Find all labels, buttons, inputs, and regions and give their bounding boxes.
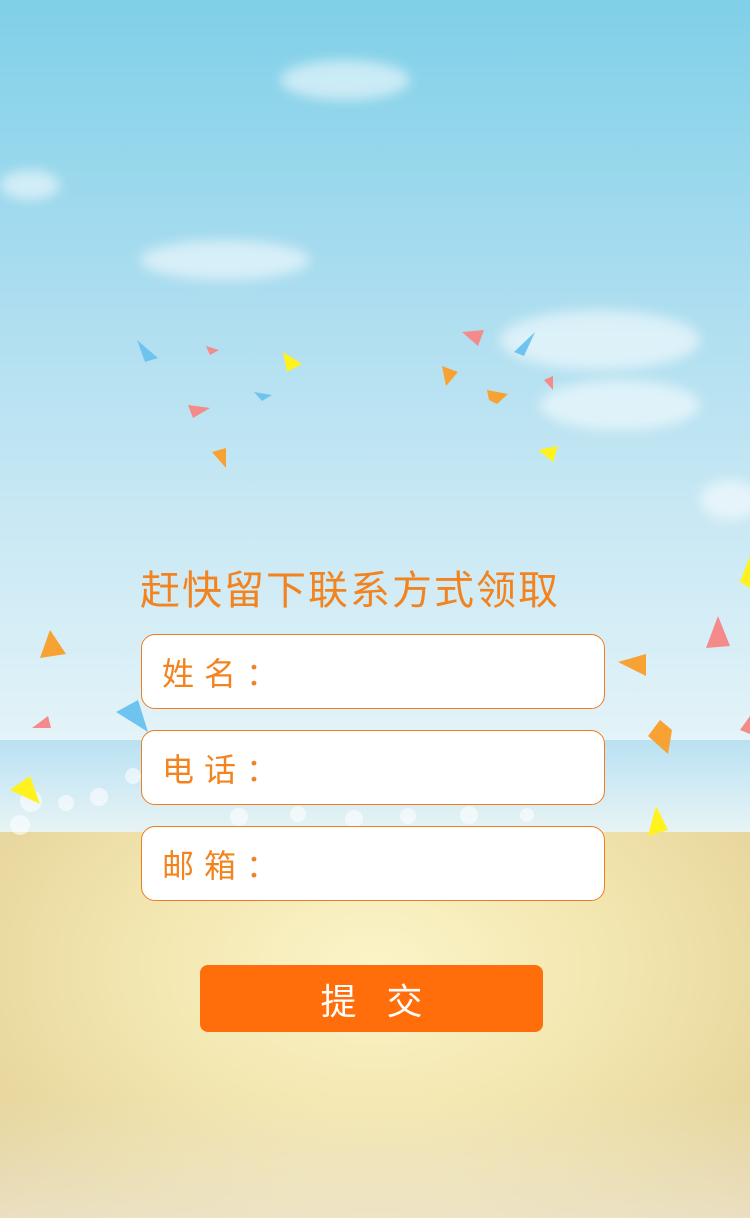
confetti-piece xyxy=(10,776,40,804)
confetti-piece xyxy=(254,392,272,401)
confetti-piece xyxy=(706,616,730,648)
confetti-piece xyxy=(740,716,750,734)
page-background: 赶快留下联系方式领取 姓名： 电话： 邮箱： 提交 xyxy=(0,0,750,1218)
submit-button[interactable]: 提交 xyxy=(200,965,543,1032)
phone-field[interactable]: 电话： xyxy=(141,730,642,805)
confetti-piece xyxy=(32,716,51,728)
page-headline: 赶快留下联系方式领取 xyxy=(140,568,560,614)
confetti-piece xyxy=(538,446,558,462)
confetti-piece xyxy=(442,366,458,386)
confetti-piece xyxy=(544,376,553,390)
name-field[interactable]: 姓名： xyxy=(141,634,642,709)
phone-input[interactable] xyxy=(288,736,642,799)
email-input[interactable] xyxy=(288,832,642,895)
confetti-piece xyxy=(487,390,508,404)
confetti-piece xyxy=(283,352,302,372)
confetti-piece xyxy=(648,806,668,836)
confetti-piece xyxy=(462,330,484,346)
email-field-label: 邮箱： xyxy=(162,846,289,885)
confetti-piece xyxy=(116,700,148,732)
confetti-piece xyxy=(648,720,672,754)
confetti-piece xyxy=(212,448,226,468)
confetti-piece xyxy=(514,332,535,356)
confetti-piece xyxy=(188,405,210,418)
name-input[interactable] xyxy=(288,640,642,703)
confetti-piece xyxy=(740,556,750,588)
confetti-piece xyxy=(137,340,158,362)
confetti-piece xyxy=(206,346,219,355)
email-field[interactable]: 邮箱： xyxy=(141,826,642,901)
phone-field-label: 电话： xyxy=(162,750,289,789)
confetti-piece xyxy=(40,630,66,658)
name-field-label: 姓名： xyxy=(162,654,289,693)
